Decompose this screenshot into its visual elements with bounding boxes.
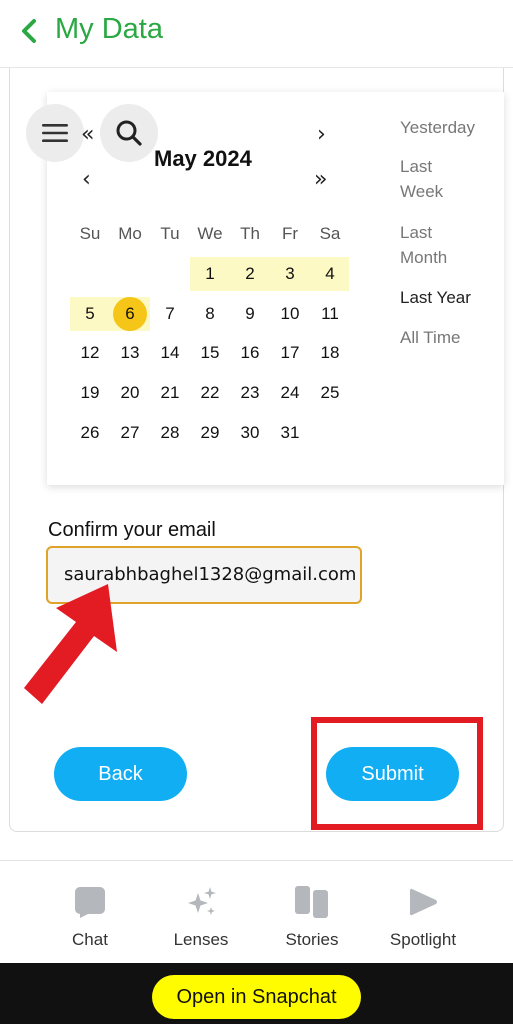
chat-icon [75, 887, 105, 918]
calendar-day[interactable]: 4 [310, 257, 350, 291]
menu-button[interactable] [26, 104, 84, 162]
range-label: Last [400, 157, 433, 176]
search-button[interactable] [100, 104, 158, 162]
red-arrow-annotation [24, 584, 117, 704]
nav-spotlight[interactable]: Spotlight [373, 880, 473, 950]
weekday-header: We [197, 224, 223, 243]
calendar-day[interactable]: 27 [110, 416, 150, 450]
calendar-day[interactable]: 10 [270, 297, 310, 331]
calendar-day[interactable]: 13 [110, 336, 150, 370]
calendar-day[interactable]: 30 [230, 416, 270, 450]
hamburger-menu-icon [42, 124, 68, 142]
spotlight-play-icon [410, 888, 437, 916]
calendar-day[interactable]: 7 [150, 297, 190, 331]
calendar-day[interactable]: 11 [310, 297, 350, 331]
calendar-day[interactable]: 9 [230, 297, 270, 331]
email-label: Confirm your email [48, 519, 216, 541]
calendar-day[interactable]: 24 [270, 376, 310, 410]
prev-month-button[interactable]: ‹ [82, 169, 91, 191]
open-in-snapchat-button[interactable]: Open in Snapchat [152, 975, 361, 1019]
calendar-day[interactable]: 17 [270, 336, 310, 370]
calendar-day[interactable]: 23 [230, 376, 270, 410]
range-label: Month [400, 248, 448, 267]
weekday-header: Su [79, 224, 101, 243]
calendar-day-selected[interactable]: 6 [113, 297, 147, 331]
next-year-button[interactable]: » [314, 169, 327, 191]
calendar-day[interactable]: 21 [150, 376, 190, 410]
range-label: Week [400, 182, 444, 201]
nav-chat[interactable]: Chat [40, 880, 140, 950]
calendar-day[interactable]: 25 [310, 376, 350, 410]
weekday-header: Mo [118, 224, 142, 243]
calendar-month-title: May 2024 [154, 146, 252, 171]
calendar-day[interactable]: 22 [190, 376, 230, 410]
nav-label: Spotlight [389, 930, 457, 949]
weekday-header: Tu [160, 224, 180, 243]
weekday-header: Fr [281, 224, 299, 243]
range-last-year[interactable]: Last Year [400, 285, 471, 310]
nav-stories[interactable]: Stories [262, 880, 362, 950]
nav-label: Lenses [173, 930, 229, 949]
calendar-day[interactable]: 28 [150, 416, 190, 450]
calendar-day[interactable]: 14 [150, 336, 190, 370]
calendar-day[interactable]: 16 [230, 336, 270, 370]
range-yesterday[interactable]: Yesterday [400, 115, 475, 140]
calendar-day[interactable]: 29 [190, 416, 230, 450]
calendar-day[interactable]: 2 [230, 257, 270, 291]
calendar-day[interactable]: 26 [70, 416, 110, 450]
page-title: My Data [55, 13, 163, 45]
range-last-week[interactable]: Last Week [400, 154, 443, 204]
range-last-month[interactable]: Last Month [400, 220, 447, 270]
red-highlight-box [311, 717, 483, 830]
calendar-day[interactable]: 5 [70, 297, 110, 331]
divider [0, 860, 513, 861]
search-icon [116, 120, 142, 146]
weekday-header: Th [240, 224, 260, 243]
nav-lenses[interactable]: Lenses [151, 880, 251, 950]
nav-label: Chat [72, 930, 108, 949]
weekday-header: Sa [319, 224, 341, 243]
calendar-day[interactable]: 18 [310, 336, 350, 370]
calendar-day[interactable]: 19 [70, 376, 110, 410]
chevron-left-icon[interactable] [16, 16, 42, 46]
calendar-day[interactable]: 15 [190, 336, 230, 370]
next-month-button[interactable]: › [317, 124, 326, 146]
header-bar: My Data [0, 0, 513, 68]
back-button[interactable]: Back [54, 747, 187, 801]
range-label: Last [400, 223, 433, 242]
stories-icon [295, 886, 328, 918]
nav-label: Stories [285, 930, 339, 949]
calendar-day[interactable]: 12 [70, 336, 110, 370]
calendar-day[interactable]: 20 [110, 376, 150, 410]
calendar-day[interactable]: 3 [270, 257, 310, 291]
calendar-day[interactable]: 8 [190, 297, 230, 331]
prev-year-button[interactable]: « [81, 124, 94, 146]
calendar-day[interactable]: 1 [190, 257, 230, 291]
lenses-sparkle-icon [188, 887, 216, 915]
range-all-time[interactable]: All Time [400, 325, 460, 350]
calendar-day[interactable]: 31 [270, 416, 310, 450]
